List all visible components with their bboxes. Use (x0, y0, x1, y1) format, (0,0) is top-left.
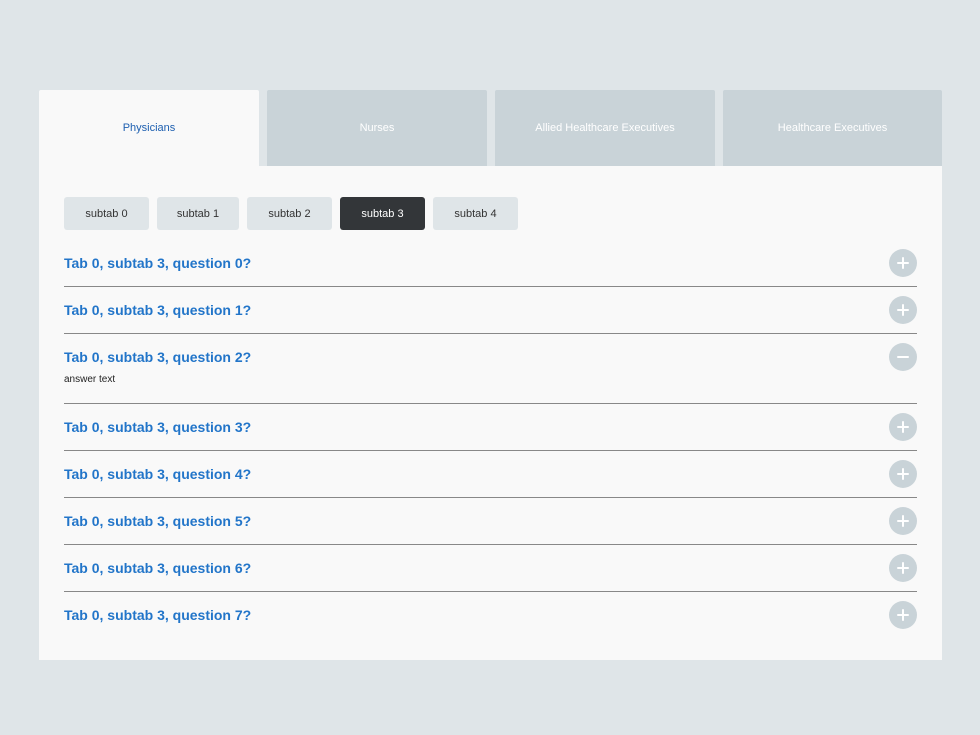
subtab-0[interactable]: subtab 0 (64, 197, 149, 230)
plus-icon[interactable] (889, 413, 917, 441)
faq-answer: answer text (64, 374, 116, 385)
tab-physicians[interactable]: Physicians (39, 90, 259, 166)
minus-icon[interactable] (889, 343, 917, 371)
faq-question: Tab 0, subtab 3, question 4? (64, 466, 252, 482)
faq-question: Tab 0, subtab 3, question 7? (64, 607, 252, 623)
faq-question-row[interactable]: Tab 0, subtab 3, question 4? (64, 451, 917, 497)
tab-bar: Physicians Nurses Allied Healthcare Exec… (39, 90, 942, 166)
subtab-label: subtab 0 (85, 207, 128, 220)
subtab-bar: subtab 0 subtab 1 subtab 2 subtab 3 subt… (64, 197, 526, 230)
faq-item: Tab 0, subtab 3, question 6? (64, 545, 917, 592)
faq-question: Tab 0, subtab 3, question 5? (64, 513, 252, 529)
faq-question: Tab 0, subtab 3, question 6? (64, 560, 252, 576)
faq-card: Physicians Nurses Allied Healthcare Exec… (39, 90, 942, 660)
faq-item: Tab 0, subtab 3, question 2? answer text (64, 334, 917, 404)
faq-question-row[interactable]: Tab 0, subtab 3, question 1? (64, 287, 917, 333)
plus-icon[interactable] (889, 507, 917, 535)
subtab-label: subtab 4 (454, 207, 497, 220)
tab-label: Nurses (359, 122, 395, 134)
faq-item: Tab 0, subtab 3, question 3? (64, 404, 917, 451)
faq-question-row[interactable]: Tab 0, subtab 3, question 6? (64, 545, 917, 591)
plus-icon[interactable] (889, 460, 917, 488)
faq-item: Tab 0, subtab 3, question 1? (64, 287, 917, 334)
subtab-label: subtab 2 (268, 207, 311, 220)
faq-item: Tab 0, subtab 3, question 7? (64, 592, 917, 638)
faq-question: Tab 0, subtab 3, question 3? (64, 419, 252, 435)
subtab-1[interactable]: subtab 1 (157, 197, 239, 230)
tab-allied-healthcare-executives[interactable]: Allied Healthcare Executives (495, 90, 715, 166)
faq-question: Tab 0, subtab 3, question 1? (64, 302, 252, 318)
tab-label: Allied Healthcare Executives (535, 122, 675, 134)
tab-nurses[interactable]: Nurses (267, 90, 487, 166)
subtab-2[interactable]: subtab 2 (247, 197, 332, 230)
faq-item: Tab 0, subtab 3, question 5? (64, 498, 917, 545)
plus-icon[interactable] (889, 601, 917, 629)
faq-question: Tab 0, subtab 3, question 0? (64, 255, 252, 271)
faq-question-row[interactable]: Tab 0, subtab 3, question 3? (64, 404, 917, 450)
faq-item: Tab 0, subtab 3, question 4? (64, 451, 917, 498)
faq-question-row[interactable]: Tab 0, subtab 3, question 7? (64, 592, 917, 638)
plus-icon[interactable] (889, 554, 917, 582)
faq-question-row[interactable]: Tab 0, subtab 3, question 5? (64, 498, 917, 544)
subtab-label: subtab 1 (176, 207, 220, 220)
faq-question-row[interactable]: Tab 0, subtab 3, question 0? (64, 240, 917, 286)
subtab-label: subtab 3 (361, 207, 404, 220)
faq-question: Tab 0, subtab 3, question 2? (64, 349, 252, 365)
tab-healthcare-executives[interactable]: Healthcare Executives (723, 90, 942, 166)
subtab-4[interactable]: subtab 4 (433, 197, 518, 230)
faq-item: Tab 0, subtab 3, question 0? (64, 240, 917, 287)
plus-icon[interactable] (889, 296, 917, 324)
tab-label: Healthcare Executives (777, 122, 888, 134)
subtab-3[interactable]: subtab 3 (340, 197, 425, 230)
faq-list: Tab 0, subtab 3, question 0? Tab 0, subt… (64, 240, 917, 638)
tab-label: Physicians (122, 122, 176, 134)
plus-icon[interactable] (889, 249, 917, 277)
